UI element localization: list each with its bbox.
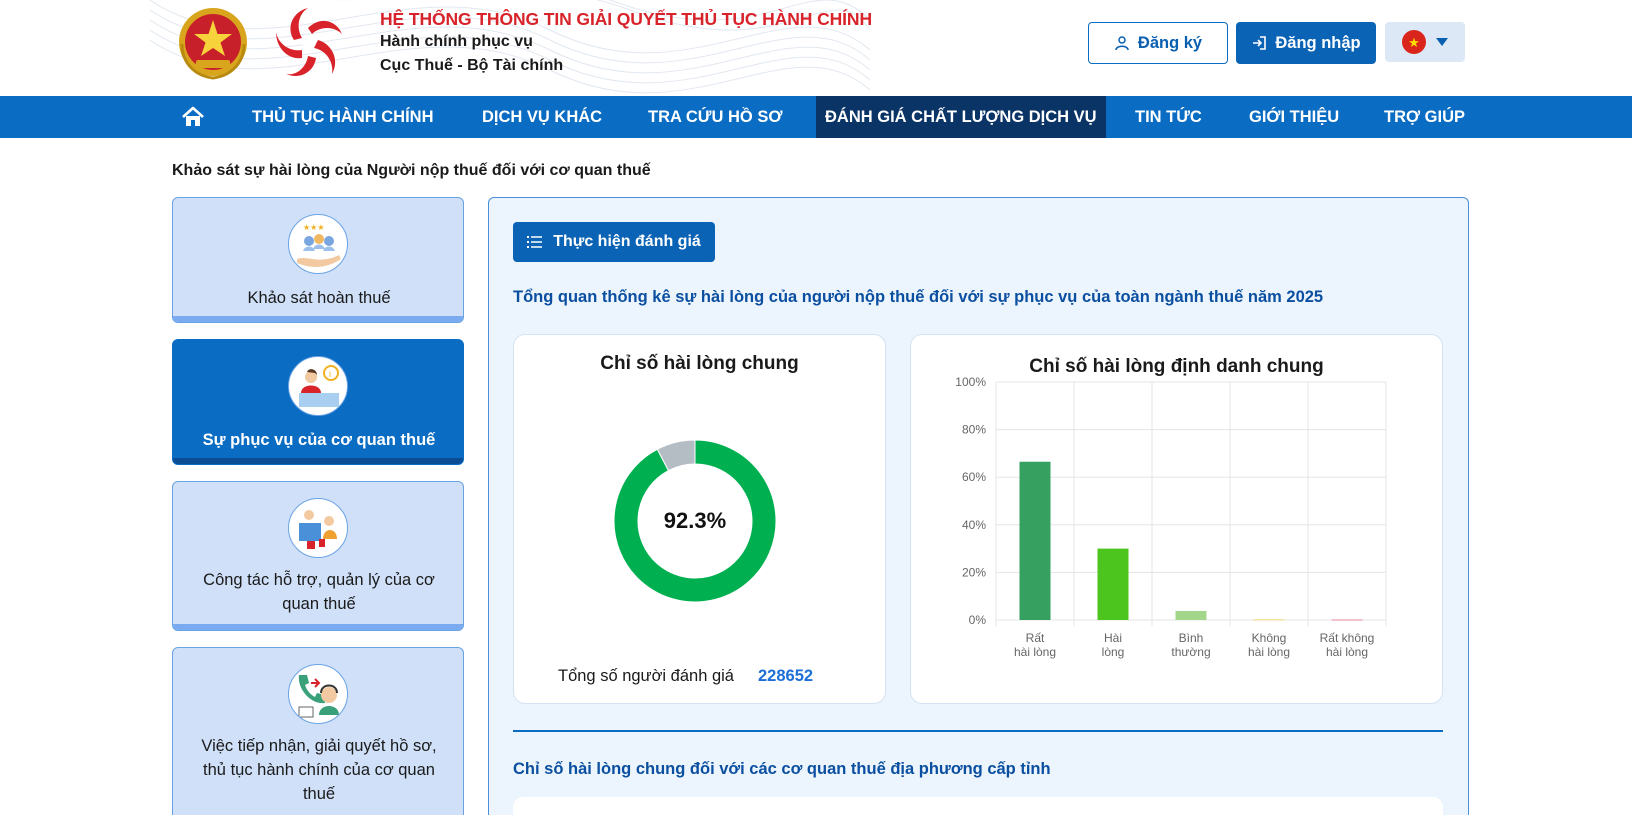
x-tick-label: lòng bbox=[1102, 645, 1125, 659]
identified-satisfaction-card: Chỉ số hài lòng định danh chung 0% 20% 40%… bbox=[910, 334, 1443, 704]
card-bottom-bar bbox=[173, 624, 463, 630]
page-title: Khảo sát sự hài lòng của Người nộp thuế … bbox=[172, 162, 651, 179]
total-reviewers-value: 228652 bbox=[758, 667, 814, 685]
bar-3 bbox=[1253, 619, 1285, 621]
overall-satisfaction-card: Chỉ số hài lòng chung 92.3% Tổng số ngườ… bbox=[513, 334, 886, 704]
list-icon bbox=[527, 236, 543, 248]
svg-text:★★★: ★★★ bbox=[303, 223, 325, 232]
nav-item-news[interactable]: TIN TỨC bbox=[1135, 96, 1202, 138]
x-tick-label: hài lòng bbox=[1014, 645, 1056, 659]
perform-evaluation-label: Thực hiện đánh giá bbox=[553, 233, 701, 250]
sidebar-item-label: Việc tiếp nhận, giải quyết hồ sơ, thủ tụ… bbox=[201, 737, 437, 803]
main-navigation: THỦ TỤC HÀNH CHÍNH DỊCH VỤ KHÁC TRA CỨU … bbox=[0, 96, 1632, 138]
nav-item-other-services[interactable]: DỊCH VỤ KHÁC bbox=[482, 96, 602, 138]
nav-item-lookup-records[interactable]: TRA CỨU HỒ SƠ bbox=[648, 96, 782, 138]
sidebar-item-label: Công tác hỗ trợ, quản lý của cơ quan thu… bbox=[203, 571, 435, 613]
overview-title: Tổng quan thống kê sự hài lòng của người… bbox=[513, 288, 1324, 306]
bar-chart: 0%20%40%60%80%100%Rấthài lòngHàilòngBình… bbox=[955, 375, 1387, 659]
call-center-icon bbox=[288, 664, 348, 724]
y-tick-label: 40% bbox=[962, 518, 986, 532]
register-button[interactable]: Đăng ký bbox=[1088, 22, 1228, 64]
home-icon[interactable] bbox=[180, 104, 206, 130]
bar-1 bbox=[1097, 548, 1129, 620]
y-tick-label: 60% bbox=[962, 470, 986, 484]
sidebar-item-label: Sự phục vụ của cơ quan thuế bbox=[202, 431, 436, 449]
national-emblem-icon bbox=[179, 8, 247, 80]
sidebar-item-support-management[interactable]: Công tác hỗ trợ, quản lý của cơ quan thu… bbox=[172, 481, 464, 631]
provincial-section-title: Chỉ số hài lòng chung đối với các cơ qua… bbox=[513, 760, 1051, 778]
support-management-icon bbox=[288, 498, 348, 558]
vietnam-flag-icon: ★ bbox=[1402, 30, 1426, 54]
system-subtitle: Hành chính phục vụ bbox=[380, 33, 533, 50]
donut-chart-title: Chỉ số hài lòng chung bbox=[600, 353, 799, 374]
x-tick-label: hài lòng bbox=[1326, 645, 1368, 659]
system-title: HỆ THỐNG THÔNG TIN GIẢI QUYẾT THỦ TỤC HÀ… bbox=[380, 9, 872, 29]
x-tick-label: hài lòng bbox=[1248, 645, 1290, 659]
svg-text:i: i bbox=[329, 369, 331, 379]
bar-4 bbox=[1331, 619, 1363, 621]
x-tick-label: thường bbox=[1171, 645, 1210, 659]
provincial-chart-card bbox=[513, 797, 1443, 815]
card-bottom-bar bbox=[173, 458, 463, 464]
sidebar-item-tax-service[interactable]: i Sự phục vụ của cơ quan thuế bbox=[172, 339, 464, 465]
language-select[interactable]: ★ bbox=[1385, 22, 1465, 62]
nav-item-help[interactable]: TRỢ GIÚP bbox=[1384, 96, 1465, 138]
x-tick-label: Không bbox=[1252, 631, 1287, 645]
nav-item-about[interactable]: GIỚI THIỆU bbox=[1249, 96, 1339, 138]
administrative-service-logo bbox=[276, 8, 342, 77]
y-tick-label: 0% bbox=[969, 613, 987, 627]
bar-2 bbox=[1175, 610, 1207, 620]
bar-0 bbox=[1019, 461, 1051, 620]
total-reviewers-label: Tổng số người đánh giá bbox=[558, 667, 734, 685]
sign-in-icon bbox=[1253, 36, 1267, 50]
card-bottom-bar bbox=[173, 316, 463, 322]
nav-item-service-quality[interactable]: ĐÁNH GIÁ CHẤT LƯỢNG DỊCH VỤ bbox=[816, 96, 1106, 138]
caret-down-icon bbox=[1436, 38, 1448, 46]
refund-survey-icon: ★★★ bbox=[288, 214, 348, 274]
nav-item-administrative-procedures[interactable]: THỦ TỤC HÀNH CHÍNH bbox=[252, 96, 433, 138]
tax-service-icon: i bbox=[288, 356, 348, 416]
register-label: Đăng ký bbox=[1137, 33, 1203, 52]
y-tick-label: 80% bbox=[962, 423, 986, 437]
x-tick-label: Bình bbox=[1179, 631, 1204, 645]
page-root: HỆ THỐNG THÔNG TIN GIẢI QUYẾT THỦ TỤC HÀ… bbox=[0, 0, 1632, 815]
y-tick-label: 100% bbox=[955, 375, 986, 389]
x-tick-label: Rất bbox=[1026, 631, 1045, 645]
sidebar-item-label: Khảo sát hoàn thuế bbox=[247, 289, 391, 307]
donut-center-value: 92.3% bbox=[663, 508, 727, 533]
site-header: HỆ THỐNG THÔNG TIN GIẢI QUYẾT THỦ TỤC HÀ… bbox=[0, 0, 1632, 96]
system-agency: Cục Thuế - Bộ Tài chính bbox=[380, 57, 564, 74]
y-tick-label: 20% bbox=[962, 565, 986, 579]
sidebar-item-records-handling[interactable]: Việc tiếp nhận, giải quyết hồ sơ, thủ tụ… bbox=[172, 647, 464, 815]
perform-evaluation-button[interactable]: Thực hiện đánh giá bbox=[513, 222, 715, 262]
x-tick-label: Hài bbox=[1104, 631, 1122, 645]
section-divider bbox=[513, 730, 1443, 732]
x-tick-label: Rất không bbox=[1320, 631, 1375, 645]
sidebar-item-refund-survey[interactable]: ★★★ Khảo sát hoàn thuế bbox=[172, 197, 464, 323]
user-icon bbox=[1115, 36, 1129, 51]
login-label: Đăng nhập bbox=[1275, 33, 1361, 52]
login-button[interactable]: Đăng nhập bbox=[1236, 22, 1376, 64]
